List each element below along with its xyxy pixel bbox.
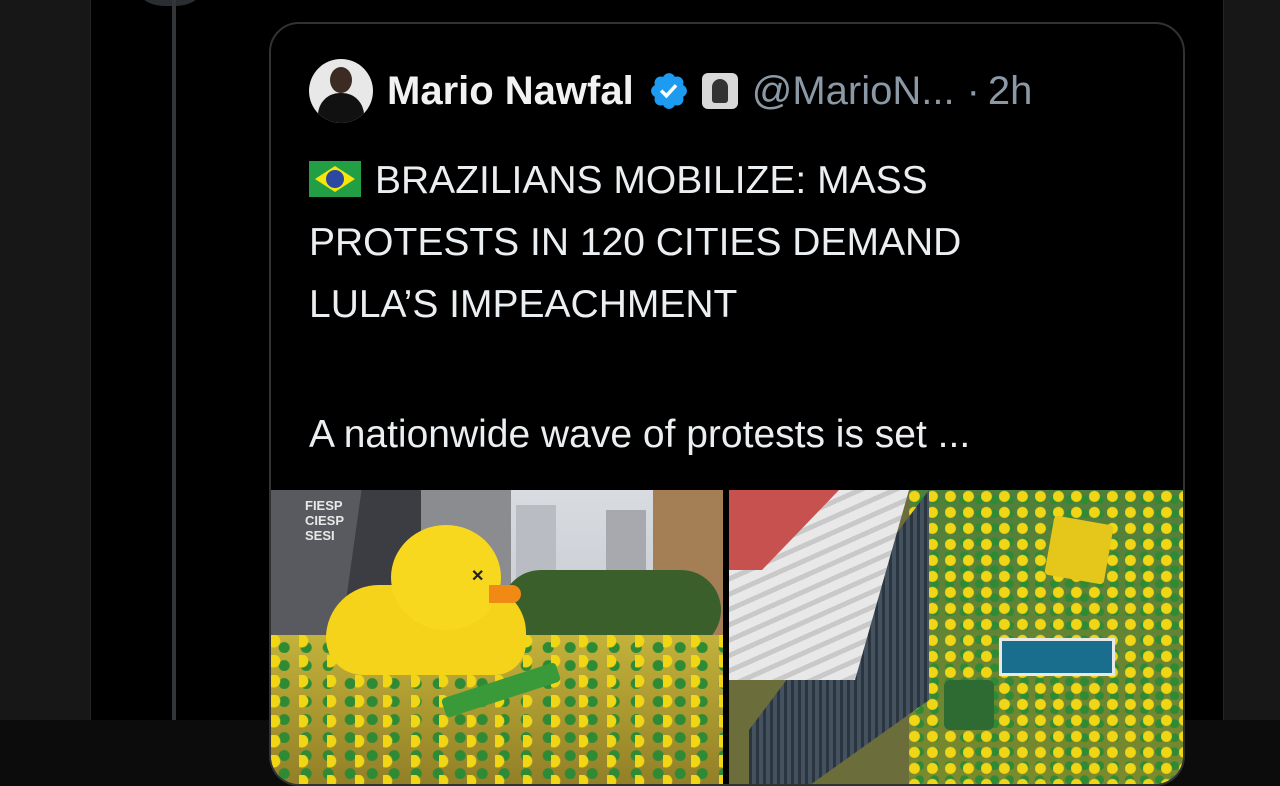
author-avatar[interactable] <box>309 59 373 123</box>
text-line-1: BRAZILIANS MOBILIZE: MASS <box>309 150 1169 212</box>
protest-photo-duck[interactable]: FIESP CIESP SESI ✕ <box>271 490 723 784</box>
right-gutter <box>1222 0 1280 720</box>
fiesp-sign: FIESP CIESP SESI <box>305 498 345 543</box>
verified-badge-icon <box>650 73 687 109</box>
thread-connector-line <box>172 0 176 720</box>
protest-photo-aerial[interactable] <box>729 490 1183 784</box>
quoted-post-header: Mario Nawfal @MarioN... · 2h <box>309 57 1032 125</box>
quoted-post-card[interactable]: Mario Nawfal @MarioN... · 2h BRAZILIANS … <box>269 22 1185 786</box>
quoted-post-text: BRAZILIANS MOBILIZE: MASS PROTESTS IN 12… <box>309 150 1169 466</box>
media-grid: FIESP CIESP SESI ✕ <box>271 490 1183 784</box>
left-gutter <box>0 0 90 720</box>
post-summary: A nationwide wave of protests is set ... <box>309 413 971 456</box>
text-line-2: PROTESTS IN 120 CITIES DEMAND <box>309 221 962 264</box>
author-name[interactable]: Mario Nawfal <box>387 69 634 114</box>
affiliate-badge-icon <box>701 73 738 109</box>
author-handle[interactable]: @MarioN... <box>752 69 955 114</box>
separator-dot: · <box>966 68 980 113</box>
text-line-3: LULA’S IMPEACHMENT <box>309 283 738 326</box>
brazil-flag-icon <box>309 161 361 197</box>
post-timestamp[interactable]: 2h <box>988 69 1033 114</box>
